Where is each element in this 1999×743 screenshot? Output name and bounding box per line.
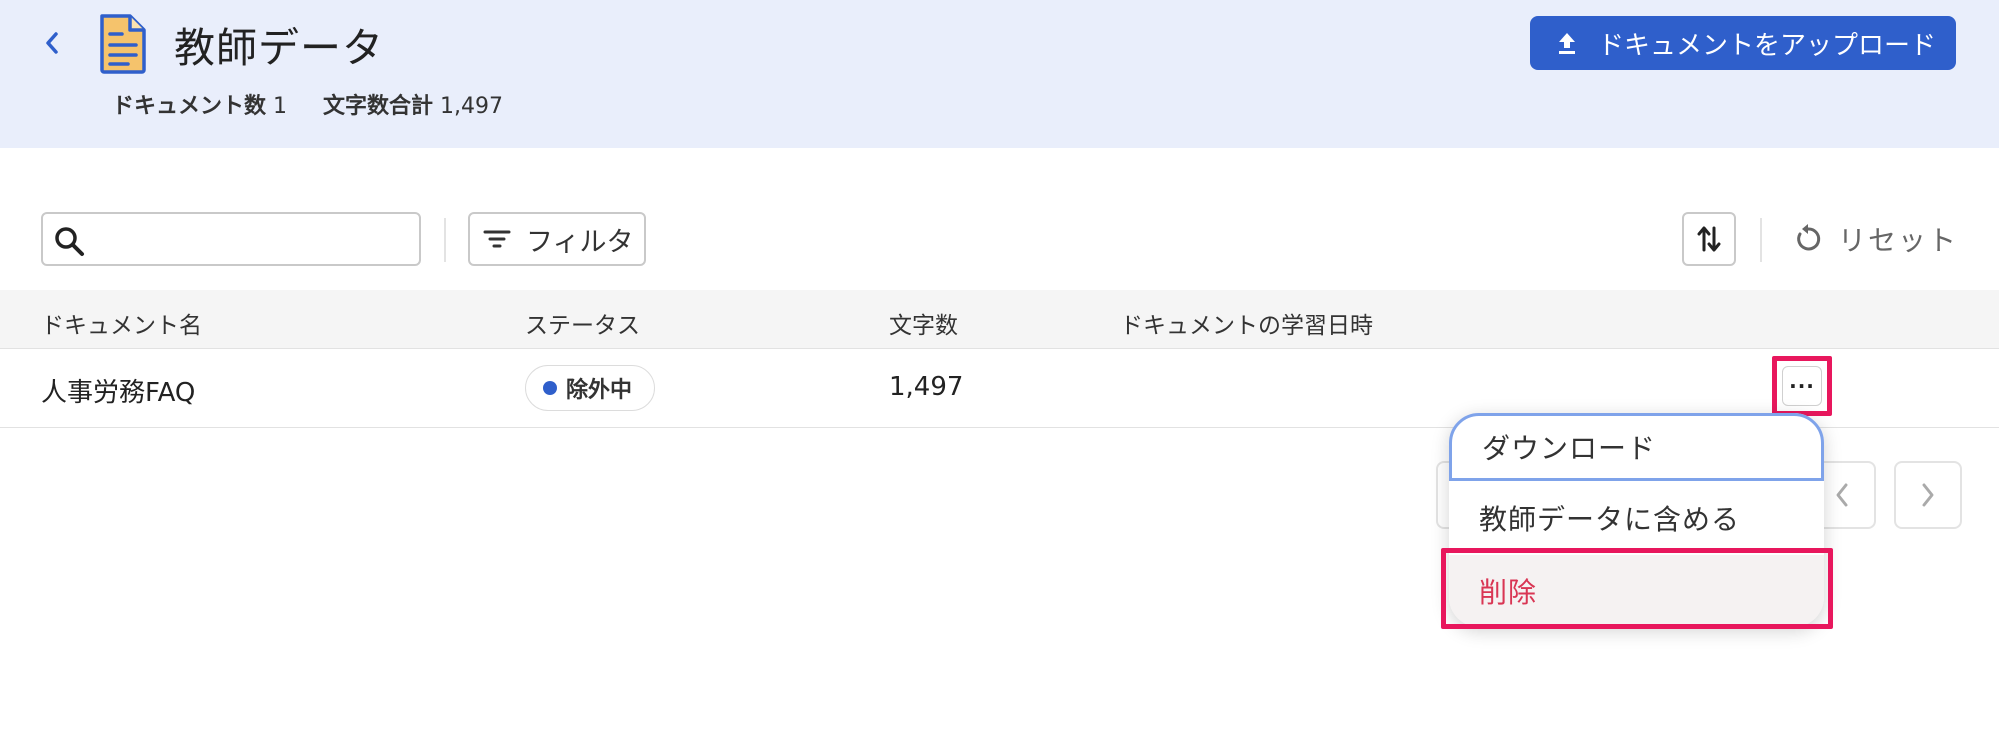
chevron-left-icon [1836, 483, 1848, 507]
menu-item-download[interactable]: ダウンロード [1449, 413, 1824, 481]
more-horizontal-icon: ··· [1782, 366, 1822, 406]
status-label: 除外中 [566, 378, 633, 403]
page-header: 教師データ ドキュメント数 1 文字数合計 1,497 ドキュメントをアップロー… [0, 0, 1999, 148]
status-dot-icon [543, 381, 557, 395]
pagination-next-button[interactable] [1894, 461, 1962, 529]
reset-icon [1797, 224, 1821, 251]
upload-document-button[interactable]: ドキュメントをアップロード [1530, 16, 1956, 70]
upload-icon [1559, 33, 1575, 54]
upload-button-label: ドキュメントをアップロード [1598, 30, 1937, 61]
toolbar-divider [1760, 218, 1762, 262]
table-header: ドキュメント名 ステータス 文字数 ドキュメントの学習日時 [0, 290, 1999, 349]
char-total-label: 文字数合計 [323, 94, 434, 119]
filter-button[interactable]: フィルタ [468, 212, 646, 266]
doc-count-value: 1 [273, 94, 288, 119]
chevron-right-icon [1922, 483, 1934, 507]
reset-button-label: リセット [1838, 224, 1959, 257]
page-title: 教師データ [174, 24, 384, 72]
filter-icon [483, 230, 511, 248]
menu-item-include-training-data[interactable]: 教師データに含める [1449, 483, 1824, 553]
sort-button[interactable] [1682, 212, 1736, 266]
document-name-cell[interactable]: 人事労務FAQ [41, 372, 195, 409]
document-stats: ドキュメント数 1 文字数合計 1,497 [112, 88, 503, 120]
back-button[interactable] [38, 26, 66, 60]
char-count-cell: 1,497 [889, 372, 964, 402]
reset-button[interactable]: リセット [1792, 216, 1958, 262]
column-header-name[interactable]: ドキュメント名 [41, 306, 202, 340]
column-header-learned-at[interactable]: ドキュメントの学習日時 [1120, 306, 1373, 340]
filter-button-label: フィルタ [526, 226, 634, 258]
column-header-status[interactable]: ステータス [525, 306, 640, 340]
document-icon [100, 14, 146, 74]
row-actions-menu: ダウンロード 教師データに含める 削除 [1449, 413, 1824, 627]
search-input[interactable] [91, 220, 411, 258]
menu-item-delete[interactable]: 削除 [1449, 555, 1824, 627]
sort-icon [1697, 226, 1721, 252]
status-badge: 除外中 [525, 365, 655, 411]
search-field[interactable] [41, 212, 421, 266]
search-icon [55, 227, 84, 256]
more-actions-button[interactable]: ··· [1772, 356, 1832, 416]
char-total-value: 1,497 [440, 94, 504, 119]
chevron-left-icon [46, 32, 58, 54]
doc-count-label: ドキュメント数 [112, 94, 267, 119]
column-header-chars[interactable]: 文字数 [889, 306, 958, 340]
toolbar-divider [444, 218, 446, 262]
